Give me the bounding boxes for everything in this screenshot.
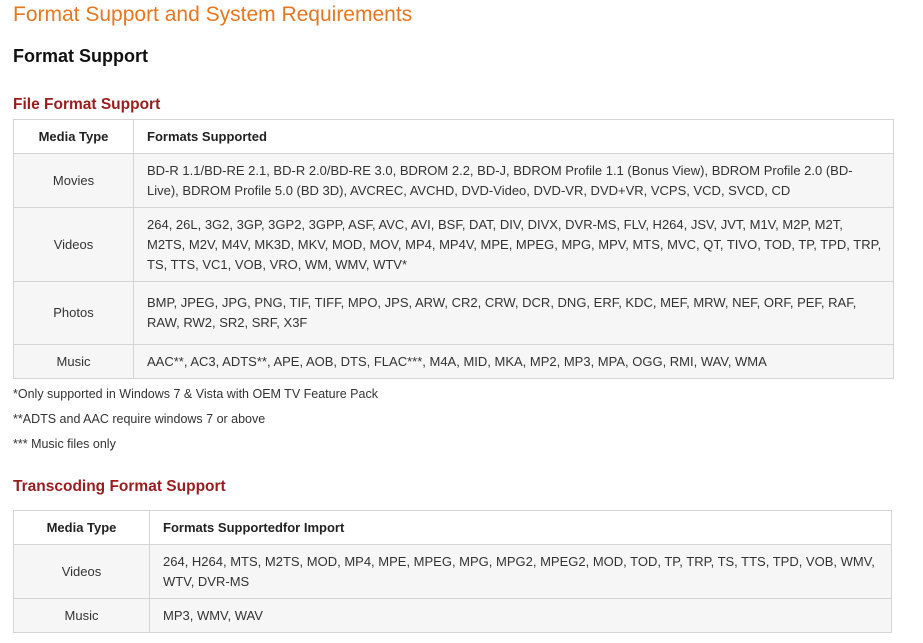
table-row: Music AAC**, AC3, ADTS**, APE, AOB, DTS,… xyxy=(13,344,894,379)
page-title: Format Support and System Requirements xyxy=(13,3,413,26)
section-title: Format Support xyxy=(13,46,148,66)
file-format-title: File Format Support xyxy=(13,96,161,113)
footnote: **ADTS and AAC require windows 7 or abov… xyxy=(13,412,266,426)
transcoding-title: Transcoding Format Support xyxy=(13,478,226,495)
table-row: Music MP3, WMV, WAV xyxy=(13,598,892,633)
header-formats: Formats Supported xyxy=(133,119,894,154)
formats-cell: AAC**, AC3, ADTS**, APE, AOB, DTS, FLAC*… xyxy=(133,344,894,379)
footnote: *** Music files only xyxy=(13,437,116,451)
table-header-row: Media Type Formats Supported xyxy=(13,119,894,154)
header-media-type: Media Type xyxy=(13,119,134,154)
table-row: Photos BMP, JPEG, JPG, PNG, TIF, TIFF, M… xyxy=(13,281,894,345)
table-header-row: Media Type Formats Supportedfor Import xyxy=(13,510,892,545)
formats-cell: MP3, WMV, WAV xyxy=(149,598,892,633)
formats-cell: 264, 26L, 3G2, 3GP, 3GP2, 3GPP, ASF, AVC… xyxy=(133,207,894,282)
media-type-cell: Music xyxy=(13,344,134,379)
media-type-cell: Videos xyxy=(13,544,150,599)
table-row: Movies BD-R 1.1/BD-RE 2.1, BD-R 2.0/BD-R… xyxy=(13,153,894,208)
formats-cell: BMP, JPEG, JPG, PNG, TIF, TIFF, MPO, JPS… xyxy=(133,281,894,345)
transcoding-table: Media Type Formats Supportedfor Import V… xyxy=(13,510,892,633)
header-formats: Formats Supportedfor Import xyxy=(149,510,892,545)
media-type-cell: Music xyxy=(13,598,150,633)
media-type-cell: Videos xyxy=(13,207,134,282)
table-row: Videos 264, H264, MTS, M2TS, MOD, MP4, M… xyxy=(13,544,892,599)
formats-cell: 264, H264, MTS, M2TS, MOD, MP4, MPE, MPE… xyxy=(149,544,892,599)
header-media-type: Media Type xyxy=(13,510,150,545)
footnote: *Only supported in Windows 7 & Vista wit… xyxy=(13,387,378,401)
table-row: Videos 264, 26L, 3G2, 3GP, 3GP2, 3GPP, A… xyxy=(13,207,894,282)
formats-cell: BD-R 1.1/BD-RE 2.1, BD-R 2.0/BD-RE 3.0, … xyxy=(133,153,894,208)
media-type-cell: Movies xyxy=(13,153,134,208)
media-type-cell: Photos xyxy=(13,281,134,345)
file-format-table: Media Type Formats Supported Movies BD-R… xyxy=(13,119,894,379)
